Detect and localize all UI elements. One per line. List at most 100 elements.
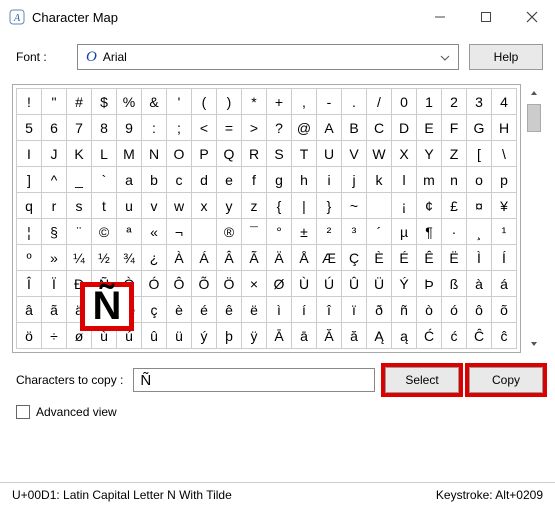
character-cell[interactable]: ¤ <box>467 193 492 219</box>
character-cell[interactable]: 2 <box>442 89 467 115</box>
character-cell[interactable]: { <box>267 193 292 219</box>
character-cell[interactable]: é <box>192 297 217 323</box>
character-cell[interactable]: ć <box>442 323 467 349</box>
character-cell[interactable]: ü <box>167 323 192 349</box>
character-cell[interactable]: g <box>267 167 292 193</box>
character-cell[interactable]: ö <box>17 323 42 349</box>
character-cell[interactable]: ³ <box>342 219 367 245</box>
character-cell[interactable]: y <box>217 193 242 219</box>
character-cell[interactable]: X <box>392 141 417 167</box>
character-cell[interactable]: ë <box>242 297 267 323</box>
character-cell[interactable]: Ă <box>317 323 342 349</box>
character-cell[interactable]: V <box>342 141 367 167</box>
character-cell[interactable]: F <box>442 115 467 141</box>
character-cell[interactable]: 5 <box>17 115 42 141</box>
character-cell[interactable]: ñ <box>392 297 417 323</box>
character-cell[interactable]: ß <box>442 271 467 297</box>
maximize-button[interactable] <box>463 2 509 32</box>
character-cell[interactable]: ç <box>142 297 167 323</box>
character-cell[interactable]: d <box>192 167 217 193</box>
minimize-button[interactable] <box>417 2 463 32</box>
character-cell[interactable]: 1 <box>417 89 442 115</box>
character-cell[interactable]: , <box>292 89 317 115</box>
character-cell[interactable]: J <box>42 141 67 167</box>
character-cell[interactable]: Ü <box>367 271 392 297</box>
character-cell[interactable]: l <box>392 167 417 193</box>
character-cell[interactable]: : <box>142 115 167 141</box>
character-cell[interactable]: I <box>17 141 42 167</box>
character-cell[interactable]: ¶ <box>417 219 442 245</box>
character-cell[interactable]: + <box>267 89 292 115</box>
character-cell[interactable]: H <box>492 115 517 141</box>
character-cell[interactable]: W <box>367 141 392 167</box>
character-cell[interactable]: [ <box>467 141 492 167</box>
character-cell[interactable]: h <box>292 167 317 193</box>
character-cell[interactable]: ­ <box>192 219 217 245</box>
character-cell[interactable] <box>367 193 392 219</box>
character-cell[interactable]: Î <box>17 271 42 297</box>
magnified-character[interactable]: Ñ <box>80 282 134 331</box>
character-cell[interactable]: < <box>192 115 217 141</box>
character-cell[interactable]: 6 <box>42 115 67 141</box>
advanced-view-checkbox[interactable] <box>16 405 30 419</box>
character-cell[interactable]: ; <box>167 115 192 141</box>
character-cell[interactable]: > <box>242 115 267 141</box>
character-cell[interactable]: Ê <box>417 245 442 271</box>
character-cell[interactable]: ~ <box>342 193 367 219</box>
character-cell[interactable]: ¼ <box>67 245 92 271</box>
character-cell[interactable]: L <box>92 141 117 167</box>
character-cell[interactable]: Ú <box>317 271 342 297</box>
character-cell[interactable]: ą <box>392 323 417 349</box>
font-dropdown[interactable]: O Arial <box>77 44 459 70</box>
character-cell[interactable]: · <box>442 219 467 245</box>
character-cell[interactable]: ý <box>192 323 217 349</box>
character-cell[interactable]: Ć <box>417 323 442 349</box>
character-cell[interactable]: Ç <box>342 245 367 271</box>
character-cell[interactable]: . <box>342 89 367 115</box>
character-cell[interactable]: E <box>417 115 442 141</box>
character-cell[interactable]: \ <box>492 141 517 167</box>
character-cell[interactable]: ^ <box>42 167 67 193</box>
character-cell[interactable]: Z <box>442 141 467 167</box>
character-cell[interactable]: S <box>267 141 292 167</box>
character-cell[interactable]: = <box>217 115 242 141</box>
character-cell[interactable]: ¬ <box>167 219 192 245</box>
character-cell[interactable]: Þ <box>417 271 442 297</box>
close-button[interactable] <box>509 2 555 32</box>
character-cell[interactable]: M <box>117 141 142 167</box>
character-cell[interactable]: Ï <box>42 271 67 297</box>
character-cell[interactable]: è <box>167 297 192 323</box>
character-cell[interactable]: × <box>242 271 267 297</box>
character-cell[interactable]: 8 <box>92 115 117 141</box>
character-cell[interactable]: T <box>292 141 317 167</box>
character-cell[interactable]: B <box>342 115 367 141</box>
character-cell[interactable]: ¥ <box>492 193 517 219</box>
character-cell[interactable]: à <box>467 271 492 297</box>
character-cell[interactable]: ¿ <box>142 245 167 271</box>
character-cell[interactable]: ½ <box>92 245 117 271</box>
character-cell[interactable]: ± <box>292 219 317 245</box>
character-cell[interactable]: À <box>167 245 192 271</box>
character-cell[interactable]: U <box>317 141 342 167</box>
character-cell[interactable]: » <box>42 245 67 271</box>
character-cell[interactable]: â <box>17 297 42 323</box>
character-cell[interactable]: x <box>192 193 217 219</box>
character-cell[interactable]: # <box>67 89 92 115</box>
character-cell[interactable]: ) <box>217 89 242 115</box>
character-cell[interactable]: C <box>367 115 392 141</box>
character-cell[interactable]: Â <box>217 245 242 271</box>
character-cell[interactable]: ° <box>267 219 292 245</box>
character-cell[interactable]: Á <box>192 245 217 271</box>
character-cell[interactable]: Ã <box>242 245 267 271</box>
help-button[interactable]: Help <box>469 44 543 70</box>
character-cell[interactable]: ā <box>292 323 317 349</box>
character-cell[interactable]: á <box>492 271 517 297</box>
character-cell[interactable]: u <box>117 193 142 219</box>
character-cell[interactable]: P <box>192 141 217 167</box>
character-cell[interactable]: b <box>142 167 167 193</box>
character-cell[interactable]: £ <box>442 193 467 219</box>
character-cell[interactable]: - <box>317 89 342 115</box>
character-cell[interactable]: G <box>467 115 492 141</box>
character-cell[interactable]: Ĉ <box>467 323 492 349</box>
character-cell[interactable]: 3 <box>467 89 492 115</box>
